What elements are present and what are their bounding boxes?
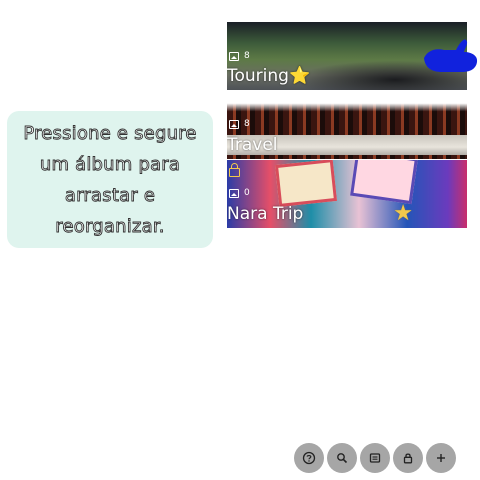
favorite-star-icon: ★ — [393, 201, 413, 226]
add-icon — [437, 454, 445, 462]
help-button[interactable] — [294, 443, 324, 473]
image-count-icon — [229, 188, 239, 198]
help-icon — [302, 451, 316, 465]
album-title: Nara Trip — [227, 204, 304, 224]
album-title: Touring⭐ — [227, 66, 311, 86]
image-count-icon — [229, 51, 239, 61]
album-count: 8 — [244, 119, 250, 129]
search-button[interactable] — [327, 443, 357, 473]
search-icon — [337, 453, 348, 464]
image-count-icon — [229, 119, 239, 129]
action-bar — [294, 443, 456, 473]
album-card-nara-trip[interactable]: 0 Nara Trip ★ — [227, 160, 467, 228]
album-meta: 0 — [229, 188, 250, 198]
lock-icon — [403, 453, 413, 464]
reorder-hint-text: Pressione e segure um álbum para arrasta… — [23, 122, 197, 237]
add-album-button[interactable] — [426, 443, 456, 473]
album-title: Travel — [227, 135, 278, 155]
album-count: 8 — [244, 51, 250, 61]
view-icon — [369, 453, 381, 463]
view-button[interactable] — [360, 443, 390, 473]
album-meta: 8 — [229, 119, 250, 129]
album-card-travel[interactable]: 8 Travel — [227, 91, 467, 159]
album-count: 0 — [244, 188, 250, 198]
lock-button[interactable] — [393, 443, 423, 473]
album-meta: 8 — [229, 51, 250, 61]
pointing-hand-icon — [424, 39, 478, 72]
reorder-hint-bubble: Pressione e segure um álbum para arrasta… — [7, 111, 213, 248]
lock-icon — [229, 163, 240, 177]
